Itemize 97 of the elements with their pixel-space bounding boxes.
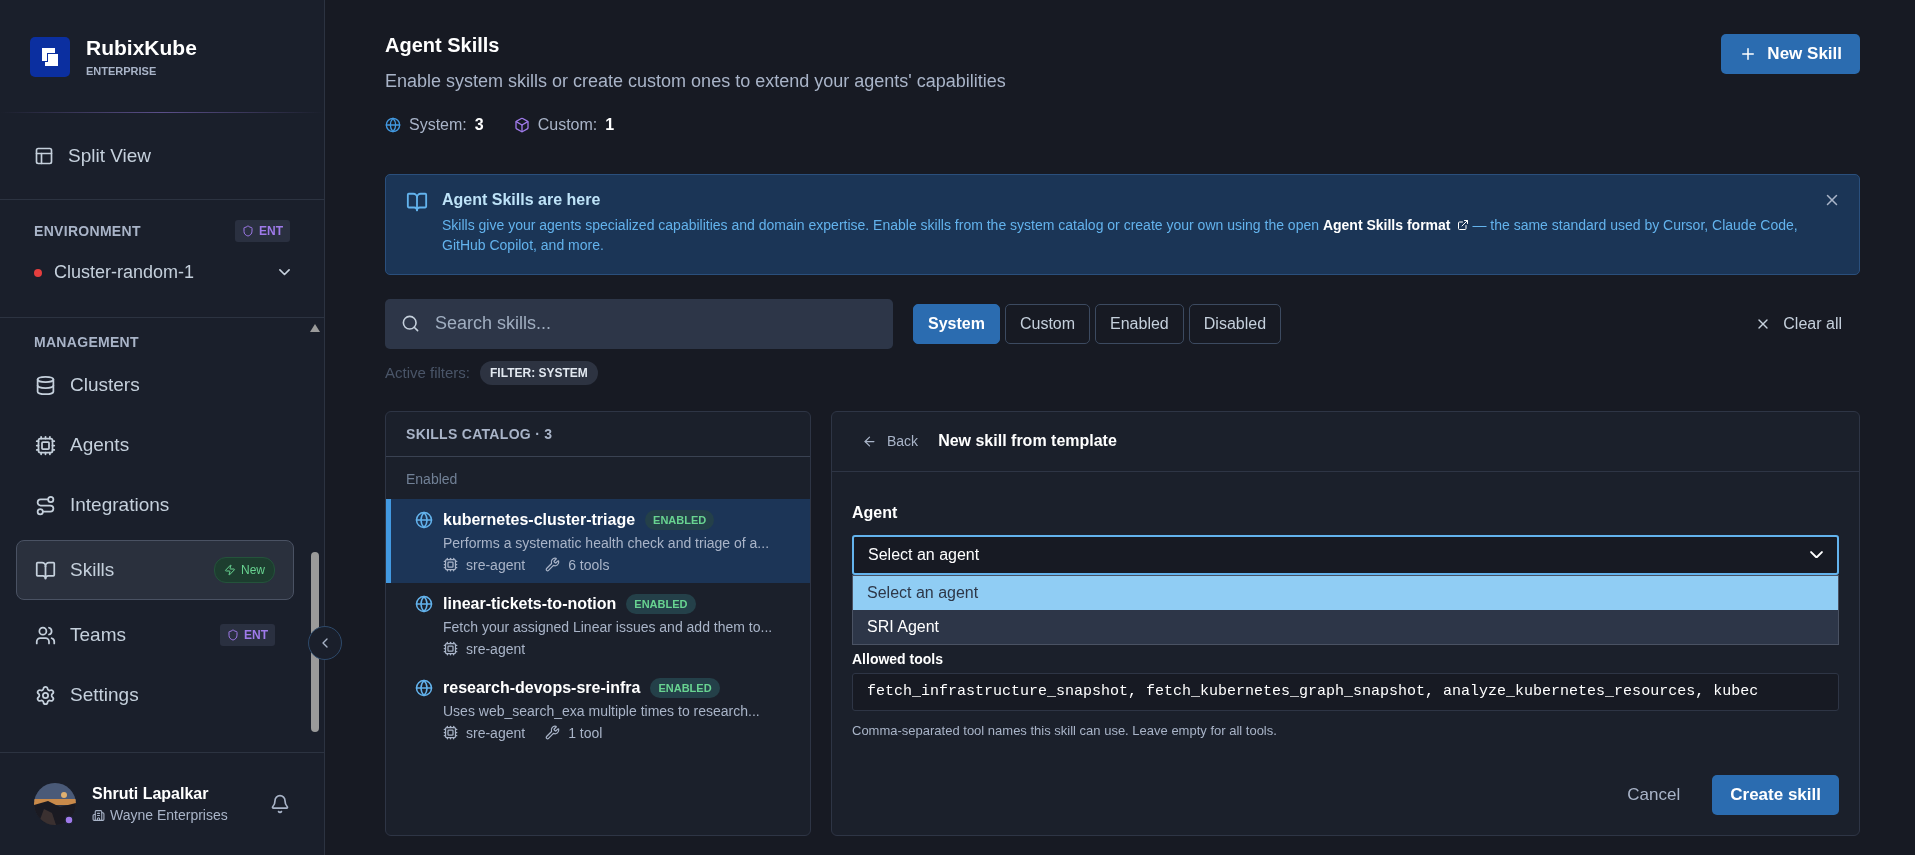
format-link[interactable]: Agent Skills format	[1322, 215, 1469, 236]
globe-icon	[415, 678, 433, 697]
skill-description: Uses web_search_exa multiple times to research...	[443, 702, 761, 719]
field-label: Agent	[852, 503, 899, 522]
brand-edition: ENTERPRISE	[86, 65, 158, 77]
lightning-icon	[224, 564, 236, 576]
filter-chip: FILTER: SYSTEM	[480, 360, 598, 385]
nav-item[interactable]: Skills New	[16, 540, 294, 600]
status-badge: ENABLED	[650, 677, 720, 698]
page-title: Agent Skills	[385, 34, 501, 57]
nav-item[interactable]: Teams ENT	[16, 606, 294, 664]
nav-item[interactable]: Integrations	[16, 476, 294, 534]
search-icon	[401, 313, 420, 333]
shield-icon	[242, 225, 254, 237]
agent-select[interactable]: Select an agent	[852, 534, 1839, 575]
tool-count: 1 tool	[568, 724, 603, 741]
skill-description: Fetch your assigned Linear issues and add them to...	[443, 618, 774, 635]
agent-name: sre-agent	[466, 724, 526, 741]
dropdown-option[interactable]: Select an agent	[853, 575, 1838, 610]
banner-title: Agent Skills are here	[442, 191, 601, 209]
chip-icon	[443, 725, 458, 741]
settings-icon	[35, 684, 56, 706]
status-badge: ENABLED	[645, 509, 715, 530]
notifications-button[interactable]	[270, 794, 290, 814]
nav-item[interactable]: Settings	[16, 666, 294, 724]
shield-icon	[227, 629, 239, 641]
layout-icon	[34, 146, 54, 166]
ent-badge: ENT	[220, 624, 275, 646]
nav-item[interactable]: Clusters	[16, 356, 294, 414]
count-value: 1	[605, 116, 615, 134]
chip-icon	[35, 434, 56, 456]
skill-item[interactable]: linear-tickets-to-notion ENABLED Fetch your assigned Linear issues and add them to... sre-agent	[386, 582, 810, 667]
section-label: ENVIRONMENT	[34, 223, 141, 239]
tools-field[interactable]: fetch_infrastructure_snapshot, fetch_kubernetes_graph_snapshot, analyze_kubernetes_resources, kubec	[852, 672, 1839, 711]
new-skill-button[interactable]: New Skill	[1721, 34, 1860, 74]
section-label: MANAGEMENT	[34, 334, 139, 350]
users-icon	[35, 624, 56, 646]
external-link-icon	[1456, 219, 1469, 232]
skill-item[interactable]: research-devops-sre-infra ENABLED Uses web_search_exa multiple times to research... sre-agent 1 tool	[386, 666, 810, 751]
field-label: Allowed tools	[852, 650, 944, 667]
skill-name: linear-tickets-to-notion	[443, 594, 617, 613]
clear-all-button[interactable]: Clear all	[1749, 313, 1848, 334]
banner-text: Skills give your agents specialized capabilities and domain expertise. Enable skills from the system catalog or create your own using the open Agent Skills format — the same standard used by Cursor, Claude Code, GitHub Copilot, and more.	[442, 215, 1799, 256]
cluster-select[interactable]: Cluster-random-1	[0, 242, 324, 318]
catalog-title: SKILLS CATALOG · 3	[386, 411, 810, 457]
scroll-up-icon[interactable]	[310, 324, 320, 332]
back-button[interactable]: Back	[862, 433, 919, 450]
filter-tab[interactable]: System	[913, 303, 1000, 344]
field-hint: Comma-separated tool names this skill can use. Leave empty for all tools.	[852, 722, 1278, 738]
agent-name: sre-agent	[466, 556, 526, 573]
skill-item[interactable]: kubernetes-cluster-triage ENABLED Performs a systematic health check and triage of a... sre-agent 6 tools	[386, 498, 810, 583]
organization-name: Wayne Enterprises	[110, 807, 228, 823]
count-label: Custom:	[537, 116, 598, 134]
wrench-icon	[545, 557, 561, 573]
skill-name: research-devops-sre-infra	[443, 678, 641, 697]
filter-tab[interactable]: Enabled	[1095, 303, 1184, 344]
building-icon	[92, 808, 105, 822]
user-name: Shruti Lapalkar	[92, 785, 210, 803]
globe-icon	[415, 510, 433, 529]
globe-icon	[385, 117, 401, 133]
chip-icon	[443, 557, 458, 573]
status-icon	[64, 815, 74, 825]
ent-badge: ENT	[235, 220, 290, 242]
page-subtitle: Enable system skills or create custom ones to extend your agents' capabilities	[385, 71, 1006, 92]
skill-description: Performs a systematic health check and triage of a...	[443, 534, 771, 551]
skill-name: kubernetes-cluster-triage	[443, 510, 636, 529]
new-badge: New	[214, 557, 275, 583]
search-field[interactable]: Search skills...	[385, 298, 893, 349]
bell-icon	[270, 794, 290, 814]
filter-tab[interactable]: Disabled	[1188, 303, 1282, 344]
cube-icon	[513, 117, 530, 133]
count-label: System:	[409, 116, 467, 134]
filter-tab[interactable]: Custom	[1004, 303, 1091, 344]
cancel-button[interactable]: Cancel	[1621, 783, 1687, 806]
globe-icon	[415, 594, 433, 613]
split-view-button[interactable]: Split View	[0, 113, 324, 200]
panel-title: New skill from template	[938, 432, 1117, 451]
book-icon	[35, 559, 56, 581]
route-icon	[35, 494, 56, 516]
logo-icon	[30, 36, 70, 77]
create-skill-button[interactable]: Create skill	[1712, 774, 1839, 815]
nav-item[interactable]: Agents	[16, 416, 294, 474]
group-label: Enabled	[405, 469, 459, 489]
book-icon	[406, 191, 428, 213]
wrench-icon	[545, 725, 561, 741]
chevron-down-icon	[279, 269, 290, 276]
brand-name: RubixKube	[86, 36, 197, 60]
database-icon	[35, 374, 56, 396]
collapse-button[interactable]	[308, 626, 342, 660]
chevron-down-icon	[1810, 550, 1823, 559]
chip-icon	[443, 641, 458, 657]
count-value: 3	[474, 116, 484, 134]
tool-count: 6 tools	[568, 556, 610, 573]
agent-name: sre-agent	[466, 640, 526, 657]
status-badge: ENABLED	[626, 593, 696, 614]
active-filters-label: Active filters:	[385, 364, 471, 382]
dropdown-option[interactable]: SRI Agent	[853, 609, 1838, 644]
